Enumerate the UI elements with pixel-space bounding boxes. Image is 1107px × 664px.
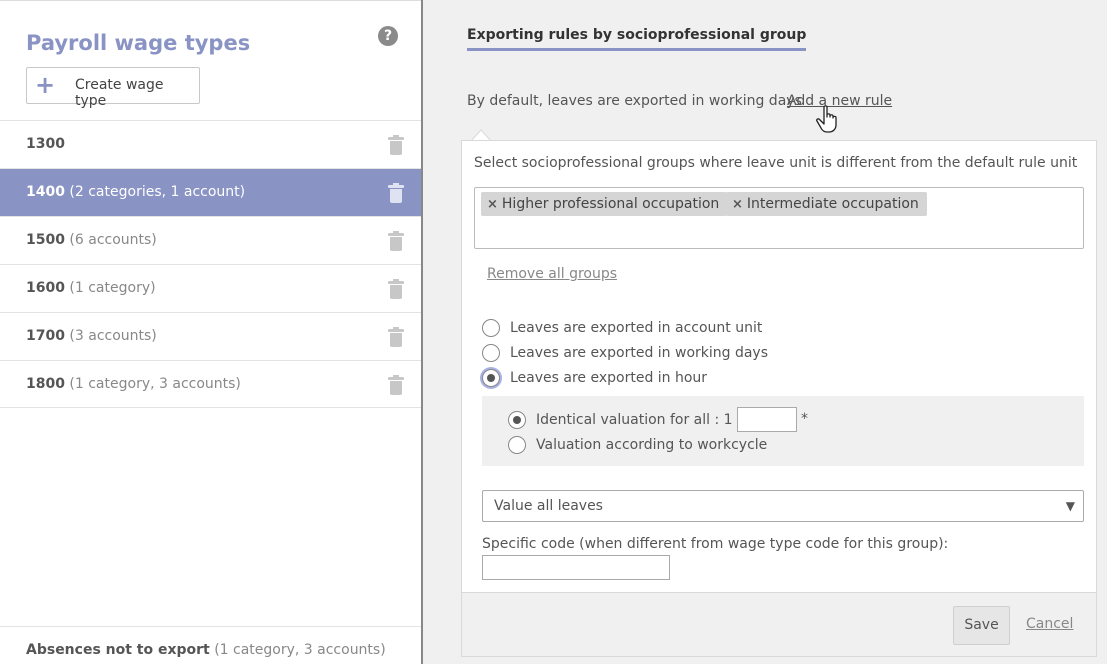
wage-type-code: 1400 [26,184,65,200]
wage-type-meta: (1 category) [64,280,156,296]
wage-type-code: 1800 [26,376,65,392]
group-tag: × Higher professional occupation [481,192,728,216]
page-title: Payroll wage types [26,31,251,55]
hand-cursor-icon [816,105,837,133]
absences-label: Absences not to export [26,642,210,658]
wage-type-row[interactable]: 1500 (6 accounts) [0,216,421,264]
wage-type-code: 1600 [26,280,65,296]
wage-type-row[interactable]: 1700 (3 accounts) [0,312,421,360]
valuation-select[interactable]: Value all leaves ▼ [482,490,1084,522]
select-value: Value all leaves [494,498,603,514]
absences-meta: (1 category, 3 accounts) [209,642,386,658]
rule-editor-card: Select socioprofessional groups where le… [461,140,1097,657]
remove-tag-icon[interactable]: × [732,197,743,212]
create-wage-type-button[interactable]: + Create wage type [26,67,200,109]
trash-icon[interactable] [388,231,404,252]
radio-button[interactable] [482,344,500,362]
trash-icon[interactable] [388,279,404,300]
wage-type-meta: (6 accounts) [64,232,157,248]
trash-icon[interactable] [388,183,404,204]
wage-type-meta: (1 category, 3 accounts) [64,376,241,392]
help-icon[interactable]: ? [378,26,398,46]
wage-type-row[interactable]: 1600 (1 category) [0,264,421,312]
wage-type-code: 1500 [26,232,65,248]
plus-icon: + [35,71,56,99]
specific-code-label: Specific code (when different from wage … [482,536,949,552]
radio-button[interactable] [508,436,526,454]
remove-tag-icon[interactable]: × [487,197,498,212]
specific-code-input[interactable] [482,555,670,580]
wage-type-list: 1300 1400 (2 categories, 1 account) 1500… [0,120,421,408]
create-wage-type-label: Create wage type [75,77,164,109]
trash-icon[interactable] [388,375,404,396]
required-mark: * [801,411,808,427]
wage-type-row[interactable]: 1400 (2 categories, 1 account) [0,168,421,216]
right-panel: Exporting rules by socioprofessional gro… [423,0,1107,664]
trash-icon[interactable] [388,327,404,348]
radio-label: Leaves are exported in account unit [510,320,763,336]
radio-button[interactable] [482,319,500,337]
radio-label: Valuation according to workcycle [536,437,768,453]
radio-label: Leaves are exported in hour [510,370,708,386]
save-button[interactable]: Save [953,606,1010,645]
wage-type-row[interactable]: 1800 (1 category, 3 accounts) [0,360,421,408]
card-footer: Save Cancel [462,592,1096,656]
wage-type-meta: (3 accounts) [64,328,157,344]
groups-multiselect[interactable]: × Higher professional occupation × Interme… [474,187,1084,249]
remove-all-groups-link[interactable]: Remove all groups [487,266,617,282]
day-hours-input[interactable] [737,407,797,432]
group-tag-label: Higher professional occupation [501,196,720,212]
absences-not-to-export-row[interactable]: Absences not to export (1 category, 3 ac… [0,626,421,664]
wage-type-meta: (2 categories, 1 account) [64,184,246,200]
wage-type-code: 1700 [26,328,65,344]
wage-type-code: 1300 [26,136,65,152]
section-title: Exporting rules by socioprofessional gro… [467,27,807,51]
radio-button[interactable] [508,411,526,429]
group-tag-label: Intermediate occupation [746,196,919,212]
wage-type-row[interactable]: 1300 [0,120,421,168]
group-tag: × Intermediate occupation [726,192,927,216]
chevron-down-icon: ▼ [1065,499,1075,513]
trash-icon[interactable] [388,135,404,156]
cancel-link[interactable]: Cancel [1026,616,1073,632]
radio-label: Leaves are exported in working days [510,345,769,361]
groups-description: Select socioprofessional groups where le… [474,155,1078,171]
left-panel: Payroll wage types ? + Create wage type … [0,0,421,664]
radio-button[interactable] [482,369,500,387]
default-rule-text: By default, leaves are exported in worki… [467,93,802,109]
